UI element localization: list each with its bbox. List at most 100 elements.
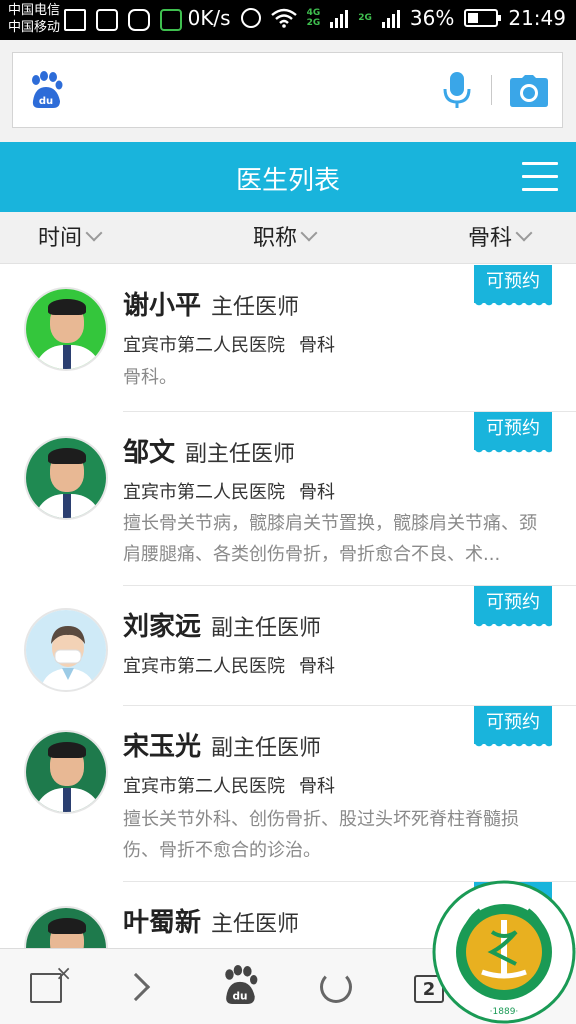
bookable-badge[interactable]: 可预约	[474, 265, 552, 309]
net-badge-4g: 4G	[306, 8, 321, 18]
avatar-tie	[63, 345, 71, 369]
carrier-2: 中国移动	[8, 20, 61, 35]
doctor-name: 邹文	[123, 438, 176, 468]
doctor-department: 骨科	[299, 656, 335, 677]
doctor-name: 宋玉光	[123, 732, 202, 762]
camera-icon[interactable]	[509, 75, 549, 107]
doctor-name-line: 叶蜀新 主任医师	[123, 902, 299, 939]
filter-title[interactable]: 职称	[253, 220, 318, 252]
baidu-logo-text: du	[39, 96, 53, 107]
app-icon	[128, 9, 150, 31]
avatar-tie	[63, 494, 71, 518]
battery-icon	[464, 9, 502, 27]
avatar-tie	[63, 788, 71, 812]
signal-icon-2	[381, 8, 400, 28]
doctor-title: 副主任医师	[211, 736, 322, 761]
seal-year: ·1889·	[490, 1007, 519, 1017]
search-header: du	[0, 40, 576, 142]
avatar-hair	[48, 299, 86, 315]
doctor-title: 副主任医师	[211, 616, 322, 641]
doctor-description: 骨科。	[123, 367, 177, 388]
doctor-department: 骨科	[299, 776, 335, 797]
net-badge-2g: 2G	[306, 18, 321, 28]
baidu-home-icon[interactable]: du	[220, 965, 260, 1005]
doctor-title: 副主任医师	[185, 442, 296, 467]
doctor-avatar[interactable]	[24, 436, 108, 520]
hamburger-menu-icon[interactable]	[522, 162, 558, 192]
battery-percent: 36%	[409, 6, 455, 30]
microphone-icon[interactable]	[441, 71, 473, 111]
doctor-item[interactable]: 刘家远 副主任医师 宜宾市第二人民医院 骨科 可预约	[0, 586, 576, 706]
filter-department[interactable]: 骨科	[468, 220, 533, 252]
status-bar: 中国电信 中国移动 0K/s 4G 2G 2G 36% 21:49	[0, 0, 576, 40]
doctor-hospital: 宜宾市第二人民医院	[123, 656, 285, 677]
filter-time[interactable]: 时间	[38, 220, 103, 252]
avatar-hair	[48, 918, 86, 934]
network-speed: 0K/s	[187, 6, 231, 30]
doctor-hospital-line: 宜宾市第二人民医院 骨科	[123, 331, 335, 357]
search-divider	[491, 75, 492, 105]
doctor-name: 谢小平	[123, 291, 202, 321]
doctor-avatar[interactable]	[24, 287, 108, 371]
doctor-description: 擅长骨关节病，髋膝肩关节置换，髋膝肩关节痛、颈肩腰腿痛、各类创伤骨折，骨折愈合不…	[123, 513, 537, 565]
placeholder-doctor-icon	[40, 626, 96, 690]
doctor-description: 擅长关节外科、创伤骨折、股过头坏死脊柱脊髓损伤、骨折不愈合的诊治。	[123, 809, 519, 861]
wifi-icon	[270, 8, 297, 28]
alarm-icon	[240, 8, 261, 28]
net-badge-2g-second: 2G	[358, 13, 372, 23]
warning-icon	[64, 9, 86, 31]
filter-time-label: 时间	[38, 226, 83, 251]
doctor-name-line: 谢小平 主任医师	[123, 285, 299, 322]
chevron-down-icon	[515, 224, 533, 242]
screen: 中国电信 中国移动 0K/s 4G 2G 2G 36% 21:49 du 医生列…	[0, 0, 576, 1024]
bookable-badge[interactable]: 可预约	[474, 706, 552, 750]
notification-icons	[64, 9, 182, 31]
doctor-hospital: 宜宾市第二人民医院	[123, 482, 285, 503]
doctor-department: 骨科	[299, 335, 335, 356]
doctor-item[interactable]: 谢小平 主任医师 宜宾市第二人民医院 骨科 骨科。 可预约	[0, 265, 576, 412]
status-right: 0K/s 4G 2G 2G 36% 21:49	[188, 6, 566, 30]
network-badges: 4G 2G	[307, 8, 321, 28]
doctor-item[interactable]: 宋玉光 副主任医师 宜宾市第二人民医院 骨科 擅长关节外科、创伤骨折、股过头坏死脊…	[0, 706, 576, 882]
signal-icon-1	[330, 8, 349, 28]
chevron-down-icon	[300, 224, 318, 242]
doctor-avatar[interactable]	[24, 730, 108, 814]
page-title: 医生列表	[235, 166, 340, 196]
doctor-title: 主任医师	[211, 912, 300, 937]
filter-title-label: 职称	[253, 226, 298, 251]
doctor-name-line: 宋玉光 副主任医师	[123, 726, 321, 763]
lock-icon	[160, 9, 182, 31]
hospital-seal-logo: ·1889·	[432, 880, 576, 1024]
clock: 21:49	[508, 6, 566, 30]
bookable-badge[interactable]: 可预约	[474, 586, 552, 630]
doctor-name: 叶蜀新	[123, 908, 202, 938]
forward-icon[interactable]	[121, 972, 151, 1002]
carrier-info: 中国电信 中国移动	[8, 2, 60, 36]
doctor-hospital-line: 宜宾市第二人民医院 骨科	[123, 772, 335, 798]
baidu-paw-icon[interactable]: du	[29, 71, 63, 109]
doctor-department: 骨科	[299, 482, 335, 503]
avatar-hair	[48, 742, 86, 758]
doctor-hospital: 宜宾市第二人民医院	[123, 776, 285, 797]
doctor-hospital: 宜宾市第二人民医院	[123, 335, 285, 356]
baidu-home-text: du	[232, 991, 247, 1003]
refresh-icon[interactable]	[320, 971, 352, 1003]
avatar-hair	[48, 448, 86, 464]
network-badge-secondary: 2G	[358, 13, 372, 23]
filter-bar: 时间 职称 骨科	[0, 212, 576, 264]
doctor-item[interactable]: 邹文 副主任医师 宜宾市第二人民医院 骨科 擅长骨关节病，髋膝肩关节置换，髋膝肩关…	[0, 412, 576, 586]
title-bar: 医生列表	[0, 142, 576, 212]
filter-department-label: 骨科	[468, 226, 513, 251]
doctor-name-line: 邹文 副主任医师	[123, 432, 295, 469]
image-icon	[96, 9, 118, 31]
doctor-name-line: 刘家远 副主任医师	[123, 606, 321, 643]
carrier-1: 中国电信	[8, 3, 61, 18]
doctor-hospital-line: 宜宾市第二人民医院 骨科	[123, 478, 335, 504]
bookable-badge[interactable]: 可预约	[474, 412, 552, 456]
doctor-title: 主任医师	[211, 295, 300, 320]
doctor-avatar[interactable]	[24, 608, 108, 692]
close-window-icon[interactable]	[30, 961, 72, 1003]
search-input[interactable]: du	[12, 52, 563, 128]
doctor-name: 刘家远	[123, 612, 202, 642]
chevron-down-icon	[85, 224, 103, 242]
